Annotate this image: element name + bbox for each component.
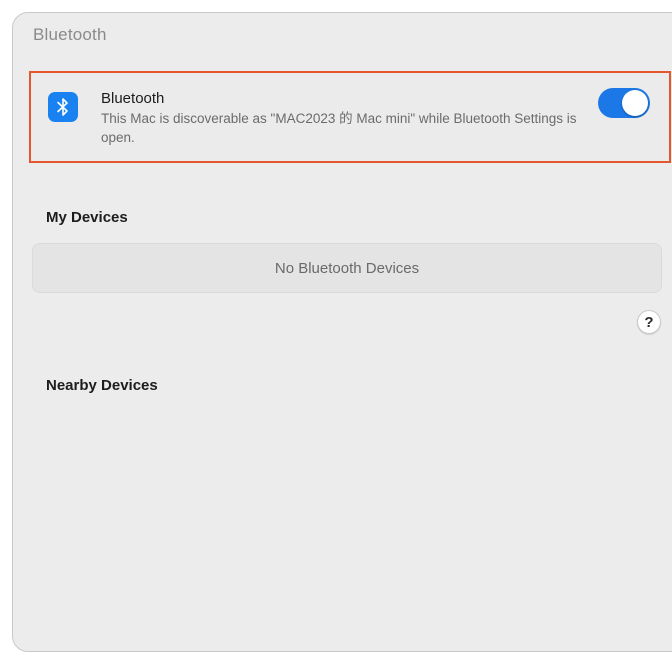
nearby-devices-header: Nearby Devices [46,377,158,394]
no-devices-label: No Bluetooth Devices [274,259,420,277]
bluetooth-toggle[interactable] [598,88,650,118]
toggle-knob [622,90,648,116]
my-devices-header: My Devices [46,209,128,226]
bluetooth-description: This Mac is discoverable as "MAC2023 的 M… [101,111,577,145]
bluetooth-label: Bluetooth [101,90,165,107]
page-title: Bluetooth [33,25,107,44]
bluetooth-row: Bluetooth This Mac is discoverable as "M… [29,71,671,163]
bluetooth-text: Bluetooth This Mac is discoverable as "M… [101,89,581,147]
bluetooth-icon [48,92,78,122]
help-button[interactable]: ? [637,310,661,334]
my-devices-empty-state: No Bluetooth Devices [32,243,662,293]
